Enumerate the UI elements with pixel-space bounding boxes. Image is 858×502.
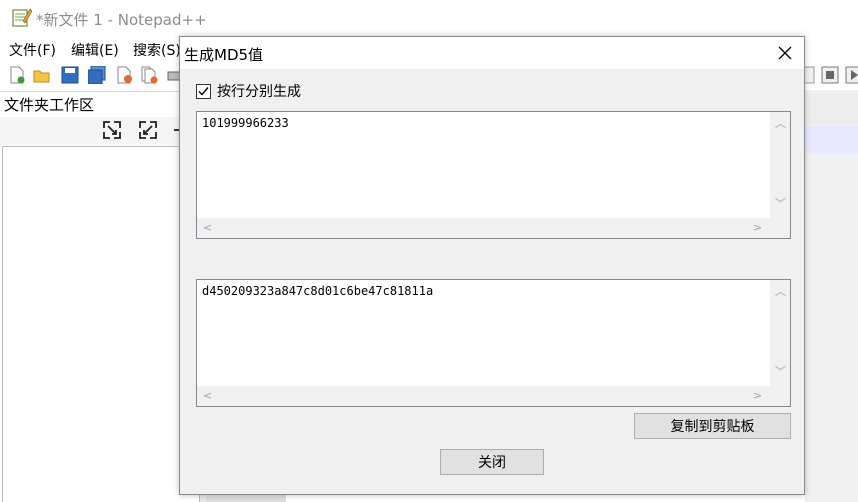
open-file-icon[interactable] — [33, 66, 51, 84]
folder-workspace-header: 文件夹工作区 — [0, 91, 200, 118]
expand-all-icon[interactable] — [102, 120, 122, 140]
output-text: d450209323a847c8d01c6be47c81811a — [202, 284, 434, 298]
play-macro-icon[interactable] — [845, 66, 858, 84]
stop-record-icon[interactable] — [821, 66, 839, 84]
editor-hscroll[interactable] — [206, 494, 286, 502]
scroll-right-icon[interactable]: > — [753, 390, 762, 401]
editor-tabstrip — [805, 94, 858, 124]
scroll-up-icon[interactable]: ︿ — [775, 286, 786, 297]
checkmark-icon — [198, 86, 209, 96]
save-icon[interactable] — [61, 66, 79, 84]
close-file-icon[interactable] — [116, 66, 134, 84]
notepad-app-icon — [12, 8, 32, 27]
menu-search[interactable]: 搜索(S) — [133, 40, 181, 60]
dialog-title: 生成MD5值 — [184, 46, 264, 64]
scroll-down-icon[interactable]: ﹀ — [775, 366, 786, 377]
panel-title: 文件夹工作区 — [4, 96, 95, 114]
input-hscroll[interactable]: < > — [197, 218, 770, 238]
dialog-titlebar[interactable]: 生成MD5值 — [180, 37, 804, 69]
folder-tree[interactable] — [2, 146, 200, 502]
save-all-icon[interactable] — [88, 66, 106, 84]
output-hscroll[interactable]: < > — [197, 386, 770, 406]
per-line-label: 按行分别生成 — [217, 84, 301, 100]
per-line-option[interactable]: 按行分别生成 — [196, 81, 301, 101]
input-text: 101999966233 — [202, 116, 289, 130]
output-vscroll[interactable]: ︿ ﹀ — [770, 280, 790, 386]
new-file-icon[interactable] — [8, 66, 26, 84]
scroll-up-icon[interactable]: ︿ — [775, 118, 786, 129]
close-icon — [778, 46, 792, 60]
collapse-all-icon[interactable] — [138, 120, 158, 140]
scroll-left-icon[interactable]: < — [203, 222, 212, 233]
input-textarea[interactable]: 101999966233 ︿ ﹀ < > — [196, 111, 791, 239]
panel-toolbar — [0, 117, 200, 145]
copy-to-clipboard-button[interactable]: 复制到剪贴板 — [634, 413, 791, 439]
md5-dialog: 生成MD5值 按行分别生成 101999966233 ︿ ﹀ < > d4502… — [179, 36, 805, 495]
current-line-highlight — [805, 126, 858, 153]
menu-file[interactable]: 文件(F) — [9, 40, 56, 60]
scroll-corner — [770, 386, 790, 406]
per-line-checkbox[interactable] — [196, 83, 211, 99]
menu-edit[interactable]: 编辑(E) — [71, 40, 119, 60]
dialog-close-button[interactable] — [767, 39, 803, 67]
scroll-down-icon[interactable]: ﹀ — [775, 198, 786, 209]
scroll-left-icon[interactable]: < — [203, 390, 212, 401]
close-all-icon[interactable] — [141, 66, 159, 84]
scroll-corner — [770, 218, 790, 238]
app-titlebar: *新文件 1 - Notepad++ — [0, 0, 858, 36]
scroll-right-icon[interactable]: > — [753, 222, 762, 233]
input-vscroll[interactable]: ︿ ﹀ — [770, 112, 790, 218]
close-button[interactable]: 关闭 — [440, 449, 544, 475]
window-title: *新文件 1 - Notepad++ — [36, 11, 207, 29]
output-textarea[interactable]: d450209323a847c8d01c6be47c81811a ︿ ﹀ < > — [196, 279, 791, 407]
